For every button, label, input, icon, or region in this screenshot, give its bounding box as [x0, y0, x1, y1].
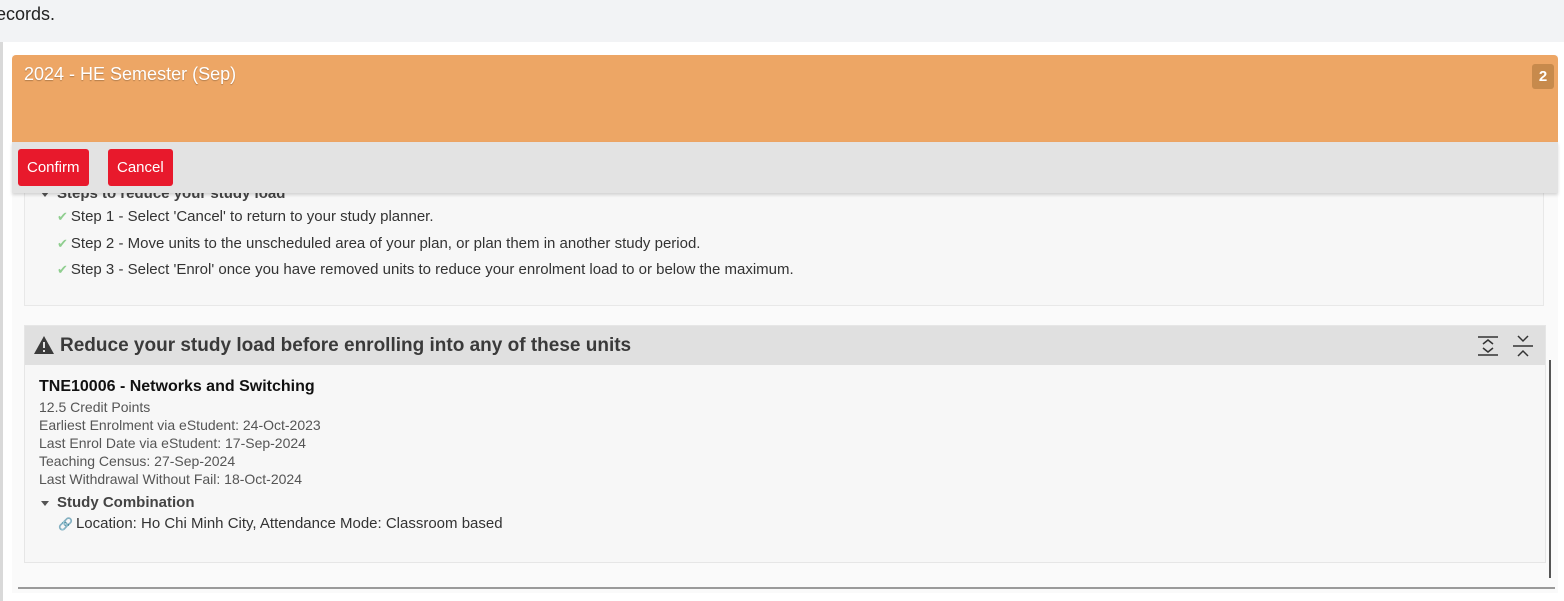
unit-last-enrol-date: Last Enrol Date via eStudent: 17-Sep-202…	[39, 435, 306, 451]
unit-credit-points: 12.5 Credit Points	[39, 399, 151, 415]
unit-earliest-enrolment: Earliest Enrolment via eStudent: 24-Oct-…	[39, 417, 321, 433]
steps-heading[interactable]: Steps to reduce your study load	[41, 193, 285, 202]
page-intro-text: ecords.	[0, 4, 56, 24]
semester-header: 2024 - HE Semester (Sep) 2	[12, 55, 1558, 142]
cancel-button[interactable]: Cancel	[108, 149, 173, 186]
step-item-label: Step 3 - Select 'Enrol' once you have re…	[70, 261, 794, 278]
step-item-label: Step 2 - Move units to the unscheduled a…	[70, 235, 701, 252]
unit-card: TNE10006 - Networks and Switching 12.5 C…	[39, 378, 503, 532]
step-item-2: ✔ Step 2 - Move units to the unscheduled …	[57, 235, 700, 252]
warning-header: Reduce your study load before enrolling …	[25, 326, 1545, 365]
check-icon: ✔	[57, 209, 68, 224]
main-content: 2024 - HE Semester (Sep) 2 Confirm Cance…	[0, 42, 1564, 601]
steps-heading-label: Steps to reduce your study load	[57, 193, 286, 202]
study-combination-toggle[interactable]: Study Combination	[41, 494, 503, 511]
semester-title: 2024 - HE Semester (Sep)	[24, 64, 237, 84]
link-icon: 🔗	[58, 517, 73, 531]
confirm-button[interactable]: Confirm	[18, 149, 89, 186]
unit-count-badge: 2	[1532, 64, 1554, 89]
caret-down-icon	[41, 193, 49, 197]
check-icon: ✔	[57, 262, 68, 277]
unit-last-withdrawal: Last Withdrawal Without Fail: 18-Oct-202…	[39, 471, 302, 487]
study-combination-label: Location: Ho Chi Minh City, Attendance M…	[75, 515, 503, 532]
scrollbar[interactable]	[1549, 360, 1551, 578]
unit-teaching-census: Teaching Census: 27-Sep-2024	[39, 453, 236, 469]
warning-triangle-icon	[34, 336, 54, 354]
step-item-3: ✔ Step 3 - Select 'Enrol' once you have r…	[57, 261, 794, 278]
steps-box: Steps to reduce your study load ✔ Step 1 …	[24, 193, 1544, 306]
unit-title: TNE10006 - Networks and Switching	[39, 378, 315, 395]
check-icon: ✔	[57, 236, 68, 251]
expand-all-icon[interactable]	[1475, 333, 1501, 359]
action-bar: Confirm Cancel	[12, 142, 1558, 193]
caret-down-icon	[41, 500, 49, 506]
warning-title: Reduce your study load before enrolling …	[60, 335, 632, 356]
left-divider	[0, 42, 3, 601]
warning-section: Reduce your study load before enrolling …	[24, 325, 1546, 563]
semester-panel: 2024 - HE Semester (Sep) 2 Confirm Cance…	[12, 55, 1558, 593]
study-combination-item: 🔗 Location: Ho Chi Minh City, Attendance …	[58, 515, 503, 532]
collapse-all-icon[interactable]	[1510, 333, 1536, 359]
bottom-divider	[18, 587, 1555, 589]
top-strip: ecords.	[0, 0, 1564, 42]
step-item-label: Step 1 - Select 'Cancel' to return to yo…	[70, 208, 434, 225]
study-combination-heading: Study Combination	[57, 494, 195, 511]
step-item-1: ✔ Step 1 - Select 'Cancel' to return to y…	[57, 208, 434, 225]
